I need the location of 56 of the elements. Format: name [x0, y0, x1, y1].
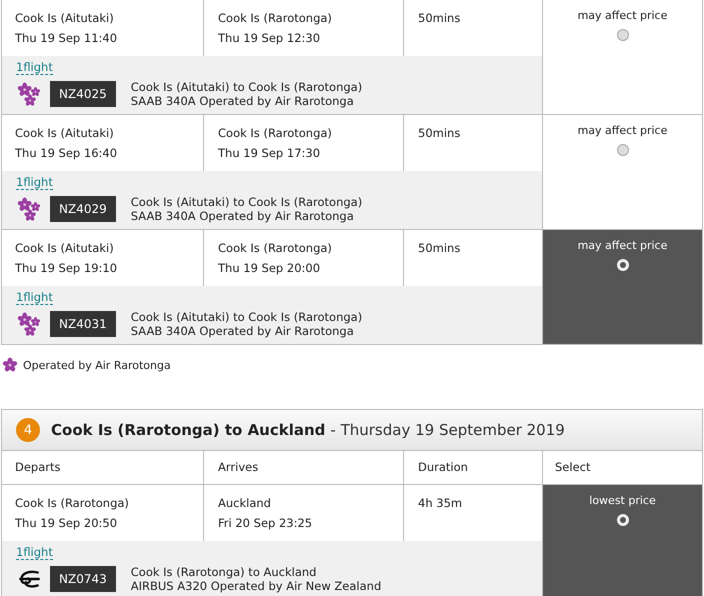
price-note: may affect price [578, 123, 668, 139]
duration: 4h 35m [418, 495, 464, 512]
route-text: Cook Is (Rarotonga) to Auckland [130, 565, 318, 579]
departure-place: Cook Is (Aitutaki) [15, 10, 115, 27]
flight-number-badge: NZ4025 [50, 81, 116, 107]
flights-link[interactable]: 1flight [16, 545, 53, 560]
column-header: Arrives [204, 451, 404, 484]
departure-place: Cook Is (Rarotonga) [15, 495, 130, 512]
arrival-time: Thu 19 Sep 20:00 [218, 260, 322, 277]
flower-icon [16, 81, 42, 107]
arrival-place: Cook Is (Rarotonga) [218, 10, 333, 27]
flight-number-badge: NZ0743 [50, 566, 116, 592]
column-header: Select [554, 459, 592, 476]
legend-text: Operated by Air Rarotonga [23, 358, 171, 372]
step-number-badge: 4 [16, 418, 40, 442]
arrival-place: Cook Is (Rarotonga) [218, 240, 333, 257]
aircraft-text: SAAB 340A Operated by Air Rarotonga [130, 209, 355, 223]
aircraft-text: SAAB 340A Operated by Air Rarotonga [130, 324, 355, 338]
departure-time: Thu 19 Sep 19:10 [15, 260, 118, 277]
flower-icon [16, 196, 42, 222]
price-note: lowest price [589, 493, 656, 509]
flights-link[interactable]: 1flight [16, 60, 53, 75]
flower-icon [16, 311, 42, 337]
departure-time: Thu 19 Sep 20:50 [15, 515, 118, 532]
column-header: Departs [2, 451, 204, 484]
column-header: Duration [404, 451, 543, 484]
arrival-time: Thu 19 Sep 17:30 [218, 145, 322, 162]
route-text: Cook Is (Aitutaki) to Cook Is (Rarotonga) [130, 310, 362, 324]
price-note: may affect price [578, 238, 668, 254]
flight-number-badge: NZ4029 [50, 196, 116, 222]
duration: 50mins [418, 240, 462, 257]
aircraft-text: AIRBUS A320 Operated by Air New Zealand [130, 579, 382, 593]
departure-time: Thu 19 Sep 11:40 [15, 30, 118, 47]
radio-button[interactable] [616, 29, 628, 41]
route-text: Cook Is (Aitutaki) to Cook Is (Rarotonga) [130, 80, 362, 94]
flower-icon [1, 356, 19, 374]
fare-option[interactable]: lowest price [543, 485, 702, 596]
section-title: Cook Is (Rarotonga) to Auckland [51, 421, 326, 439]
fare-option[interactable]: may affect price [543, 230, 702, 344]
duration: 50mins [418, 10, 462, 27]
radio-button[interactable] [616, 144, 628, 156]
aircraft-text: SAAB 340A Operated by Air Rarotonga [130, 94, 355, 108]
departure-time: Thu 19 Sep 16:40 [15, 145, 118, 162]
route-text: Cook Is (Aitutaki) to Cook Is (Rarotonga) [130, 195, 362, 209]
arrival-time: Thu 19 Sep 12:30 [218, 30, 322, 47]
arrival-place: Cook Is (Rarotonga) [218, 125, 333, 142]
departure-place: Cook Is (Aitutaki) [15, 240, 115, 257]
departure-place: Cook Is (Aitutaki) [15, 125, 115, 142]
arrival-place: Auckland [218, 495, 272, 512]
section-date: - Thursday 19 September 2019 [330, 421, 565, 439]
flights-link[interactable]: 1flight [16, 290, 53, 305]
arrival-time: Fri 20 Sep 23:25 [218, 515, 314, 532]
price-note: may affect price [578, 8, 668, 24]
duration: 50mins [418, 125, 462, 142]
flights-link[interactable]: 1flight [16, 175, 53, 190]
flight-number-badge: NZ4031 [50, 311, 116, 337]
